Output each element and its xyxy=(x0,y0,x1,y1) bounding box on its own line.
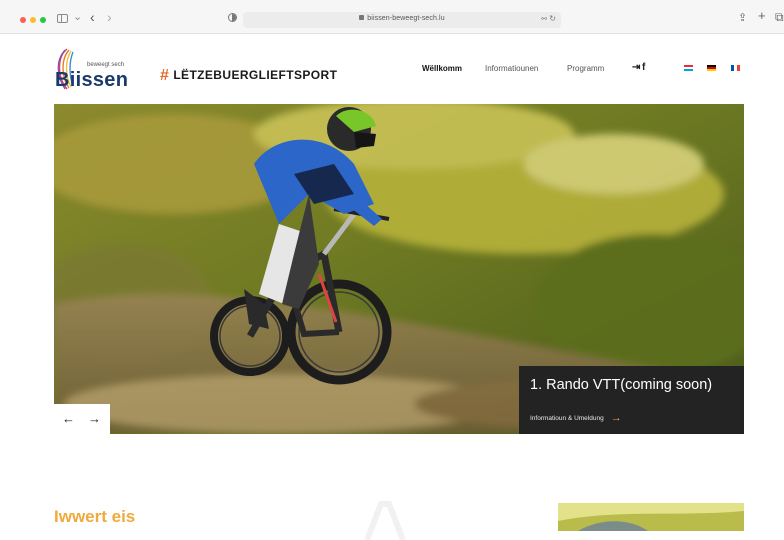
tagline-text: LËTZEBUERGLIEFTSPORT xyxy=(173,68,338,82)
nav-wellkomm[interactable]: Wëllkomm xyxy=(422,64,462,73)
flag-lu-icon[interactable] xyxy=(684,65,693,71)
about-image xyxy=(558,503,744,531)
logo-subtitle: beweegt sech xyxy=(87,62,125,68)
reload-icon[interactable]: ↻ xyxy=(549,14,556,23)
close-window-button[interactable] xyxy=(20,17,26,23)
site-logo[interactable]: beweegt sech Biissen xyxy=(52,46,132,94)
facebook-icon[interactable]: f xyxy=(642,62,645,73)
minimize-window-button[interactable] xyxy=(30,17,36,23)
section-title: Iwwert eis xyxy=(54,507,136,526)
slide-caption: 1. Rando VTT(coming soon) Informatioun &… xyxy=(519,366,744,434)
nav-informatiounen[interactable]: Informatiounen xyxy=(485,64,538,73)
back-button[interactable]: ‹ xyxy=(90,10,95,24)
lock-icon xyxy=(359,15,365,20)
privacy-shield-icon[interactable] xyxy=(228,13,237,22)
new-tab-icon[interactable]: + xyxy=(758,9,766,23)
zoom-window-button[interactable] xyxy=(40,17,46,23)
extension-icon[interactable]: ⚯ xyxy=(541,15,547,23)
slider-controls: ← → xyxy=(54,404,110,434)
tab-overview-icon[interactable]: ⧉ xyxy=(775,10,784,24)
url-text: biissen-beweegt-sech.lu xyxy=(367,15,445,22)
arrow-right-icon: → xyxy=(610,412,622,424)
nav-programm[interactable]: Programm xyxy=(567,64,604,73)
flag-fr-icon[interactable] xyxy=(731,65,740,71)
info-registration-link[interactable]: Informatioun & Umeldung → xyxy=(530,412,622,424)
sidebar-chevron-down-icon[interactable]: ⌄ xyxy=(73,10,82,24)
share-icon[interactable]: ⇪ xyxy=(738,11,747,25)
logo-wordmark: Biissen xyxy=(55,69,129,91)
next-slide-button[interactable]: → xyxy=(88,411,101,426)
browser-toolbar: ⌄ ‹ › biissen-beweegt-sech.lu ⚯ ↻ ⇪ + ⧉ xyxy=(0,0,784,34)
hashtag-icon: # xyxy=(160,67,170,84)
address-bar[interactable]: biissen-beweegt-sech.lu ⚯ ↻ xyxy=(243,12,561,28)
info-registration-label: Informatioun & Umeldung xyxy=(530,415,604,422)
login-icon[interactable]: ⇥ xyxy=(632,62,640,73)
prev-slide-button[interactable]: ← xyxy=(62,411,75,426)
site-tagline: # LËTZEBUERGLIEFTSPORT xyxy=(160,67,337,85)
watermark-decoration xyxy=(364,501,406,540)
slide-title: 1. Rando VTT(coming soon) xyxy=(530,377,713,393)
forward-button[interactable]: › xyxy=(107,10,112,24)
sidebar-icon[interactable] xyxy=(57,14,68,23)
flag-de-icon[interactable] xyxy=(707,65,716,71)
